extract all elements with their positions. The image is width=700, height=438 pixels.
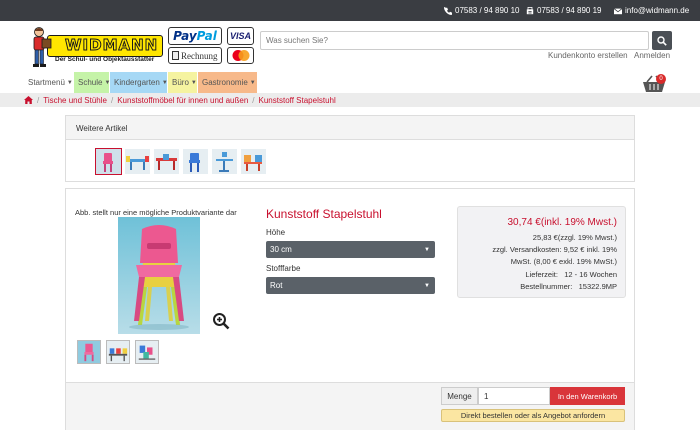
price-box: 30,74 €(inkl. 19% Mwst.) 25,83 €(zzgl. 1… [457,206,626,298]
nav-kindergarten[interactable]: Kindergarten ▼ [110,72,168,93]
nav-schule[interactable]: Schule ▼ [74,72,110,93]
create-account-link[interactable]: Kundenkonto erstellen [548,51,628,60]
invoice-document-icon [172,51,179,60]
breadcrumb: / Tische und Stühle / Kunststoffmöbel fü… [0,93,700,107]
breadcrumb-separator: / [110,95,114,105]
cart-count-badge: 0 [656,74,666,84]
order-number-value: 15322.9MP [578,282,617,291]
breadcrumb-item[interactable]: Kunststoff Stapelstuhl [259,96,336,105]
height-select[interactable]: 30 cm ▼ [266,241,435,258]
nav-label: Kindergarten [114,78,160,87]
order-number-label: Bestellnummer: [520,282,573,291]
height-select-value: 30 cm [270,245,292,254]
fax-icon [526,6,534,14]
color-label: Stofffarbe [266,264,301,273]
nav-startmenu[interactable]: Startmenü ▼ [24,72,73,93]
home-icon[interactable] [24,96,33,104]
quantity-label: Menge [441,387,478,405]
quantity-input[interactable] [478,387,550,405]
breadcrumb-item[interactable]: Kunststoffmöbel für innen und außen [117,96,248,105]
login-link[interactable]: Anmelden [634,51,670,60]
logo-subtitle: Der Schul- und Objektausstatter [55,56,155,63]
related-product-thumbnail[interactable] [95,148,122,175]
nav-gastronomie[interactable]: Gastronomie ▼ [198,72,257,93]
breadcrumb-separator: / [37,95,40,105]
invoice-text: Rechnung [181,50,218,61]
product-detail-panel: Abb. stellt nur eine mögliche Produktvar… [65,188,635,430]
product-image-thumbnail[interactable] [77,340,101,364]
phone-contact[interactable]: 07583 / 94 890 10 [444,6,520,15]
delivery-time: Lieferzeit: 12 - 16 Wochen [525,270,617,279]
visa-text: VISA [229,31,251,41]
mastercard-icon [232,50,249,61]
search-icon [657,35,667,46]
shipping-cost-line-1: zzgl. Versandkosten: 9,52 € inkl. 19% [492,245,617,254]
related-product-thumbnail[interactable] [241,149,266,174]
mastercard-badge [227,47,254,64]
schoolboy-figure-icon [33,27,52,67]
delivery-time-value: 12 - 16 Wochen [564,270,617,279]
height-label: Höhe [266,228,286,237]
paypal-text-a: Pay [173,29,197,43]
gross-price: 30,74 €(inkl. 19% Mwst.) [507,217,618,228]
breadcrumb-separator: / [252,95,255,105]
top-contact-bar: 07583 / 94 890 10 07583 / 94 890 19 info… [0,0,700,21]
more-articles-title: Weitere Artikel [66,116,634,140]
phone-icon [444,6,452,15]
breadcrumb-item[interactable]: Tische und Stühle [43,96,107,105]
product-image-thumbnail[interactable] [106,340,130,364]
direct-order-button[interactable]: Direkt bestellen oder als Angebot anford… [441,409,625,422]
email-address: info@widmann.de [625,6,690,15]
search-input[interactable] [260,31,649,50]
shipping-cost-line-2: MwSt. (8,00 € exkl. 19% MwSt.) [510,257,617,266]
phone-number: 07583 / 94 890 10 [455,6,520,15]
caret-down-icon: ▼ [424,246,430,253]
fax-contact[interactable]: 07583 / 94 890 19 [526,6,602,15]
add-to-cart-button[interactable]: In den Warenkorb [550,387,625,405]
caret-down-icon: ▼ [66,79,73,86]
nav-label: Büro [172,78,189,87]
net-price: 25,83 €(zzgl. 19% Mwst.) [532,233,617,242]
related-product-thumbnail[interactable] [125,149,150,174]
color-select-value: Rot [270,281,283,290]
more-articles-panel: Weitere Artikel [65,115,635,182]
zoom-in-icon[interactable] [212,312,230,330]
nav-label: Gastronomie [202,78,248,87]
related-product-thumbnail[interactable] [212,149,237,174]
product-main-image[interactable] [118,217,200,334]
nav-buero[interactable]: Büro ▼ [168,72,197,93]
nav-label: Startmenü [28,78,65,87]
delivery-time-label: Lieferzeit: [525,270,558,279]
caret-down-icon: ▼ [424,282,430,289]
invoice-badge: Rechnung [168,47,222,64]
envelope-icon [614,7,622,14]
caret-down-icon: ▼ [190,79,197,86]
paypal-text-b: Pal [196,29,217,43]
nav-label: Schule [78,78,103,87]
visa-badge: VISA [227,27,254,45]
product-title: Kunststoff Stapelstuhl [266,207,382,221]
paypal-badge: Pay Pal [168,27,222,45]
related-product-thumbnail[interactable] [154,149,179,174]
caret-down-icon: ▼ [249,79,256,86]
search-button[interactable] [652,31,672,50]
email-contact[interactable]: info@widmann.de [614,6,689,15]
color-select[interactable]: Rot ▼ [266,277,435,294]
order-number: Bestellnummer: 15322.9MP [520,282,617,291]
caret-down-icon: ▼ [161,79,168,86]
product-image-thumbnail[interactable] [135,340,159,364]
related-product-thumbnail[interactable] [183,149,208,174]
fax-number: 07583 / 94 890 19 [537,6,602,15]
site-logo[interactable]: WIDMANN Der Schul- und Objektausstatter [27,26,163,70]
image-disclaimer: Abb. stellt nur eine mögliche Produktvar… [75,208,237,217]
logo-title: WIDMANN [64,36,159,55]
